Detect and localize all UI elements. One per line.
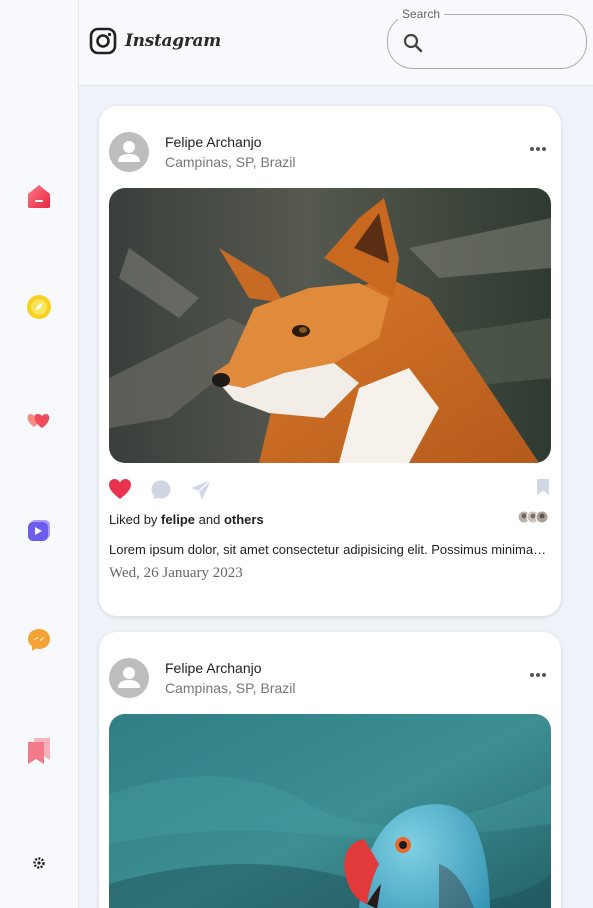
activity-hearts-icon xyxy=(27,414,50,428)
more-horizontal-icon xyxy=(530,673,546,677)
more-options-button[interactable] xyxy=(527,142,551,156)
search-input[interactable] xyxy=(434,27,574,57)
liked-by-avatars[interactable] xyxy=(517,510,553,524)
home-icon xyxy=(28,185,50,208)
heart-icon xyxy=(109,479,131,499)
saved-icon xyxy=(28,738,50,764)
liked-by-others-link[interactable]: others xyxy=(224,512,264,527)
top-bar: Instagram Search xyxy=(79,0,593,86)
send-icon xyxy=(191,479,212,500)
post-author[interactable]: Felipe Archanjo xyxy=(165,134,262,150)
user-icon xyxy=(118,667,140,688)
gear-icon xyxy=(33,857,45,869)
post-image[interactable] xyxy=(109,714,551,908)
avatar[interactable] xyxy=(109,658,149,698)
instagram-logo-icon xyxy=(89,27,117,55)
more-options-button[interactable] xyxy=(527,668,551,682)
sidebar xyxy=(0,0,79,908)
user-icon xyxy=(118,141,140,162)
post-card: Felipe Archanjo Campinas, SP, Brazil xyxy=(99,632,561,908)
search-box[interactable]: Search xyxy=(387,7,587,69)
save-button[interactable] xyxy=(536,478,550,501)
liked-by-user-link[interactable]: felipe xyxy=(161,512,195,527)
liked-by-prefix: Liked by xyxy=(109,512,158,527)
liked-by-text: Liked by felipe and others xyxy=(109,512,264,527)
comment-button[interactable] xyxy=(150,479,172,506)
stacked-avatars-icon xyxy=(517,510,549,524)
search-icon xyxy=(403,33,423,53)
comment-icon xyxy=(151,480,171,500)
red-fox-photo xyxy=(109,188,551,463)
like-button[interactable] xyxy=(108,478,132,505)
reels-icon xyxy=(28,520,50,541)
nav-saved[interactable] xyxy=(24,736,54,766)
liked-by-and: and xyxy=(198,512,221,527)
post-actions xyxy=(108,478,554,502)
post-author[interactable]: Felipe Archanjo xyxy=(165,660,262,676)
nav-reels[interactable] xyxy=(24,514,54,544)
messenger-icon xyxy=(28,629,50,651)
more-horizontal-icon xyxy=(530,147,546,151)
share-button[interactable] xyxy=(190,479,212,506)
post-location: Campinas, SP, Brazil xyxy=(165,680,296,696)
nav-explore[interactable] xyxy=(24,292,54,322)
explore-compass-icon xyxy=(27,295,51,319)
post-caption: Lorem ipsum dolor, sit amet consectetur … xyxy=(109,542,549,557)
nav-home[interactable] xyxy=(24,181,54,211)
settings-button[interactable] xyxy=(31,855,47,871)
nav-activity[interactable] xyxy=(24,404,54,434)
avatar[interactable] xyxy=(109,132,149,172)
post-location: Campinas, SP, Brazil xyxy=(165,154,296,170)
search-label: Search xyxy=(398,7,445,21)
nav-messages[interactable] xyxy=(24,625,54,655)
logo-text: Instagram xyxy=(125,31,221,51)
post-date: Wed, 26 January 2023 xyxy=(109,565,243,581)
bookmark-icon xyxy=(537,479,549,495)
post-card: Felipe Archanjo Campinas, SP, Brazil xyxy=(99,106,561,616)
post-image[interactable] xyxy=(109,188,551,463)
logo[interactable]: Instagram xyxy=(89,27,221,55)
blue-parrot-photo xyxy=(109,714,551,908)
